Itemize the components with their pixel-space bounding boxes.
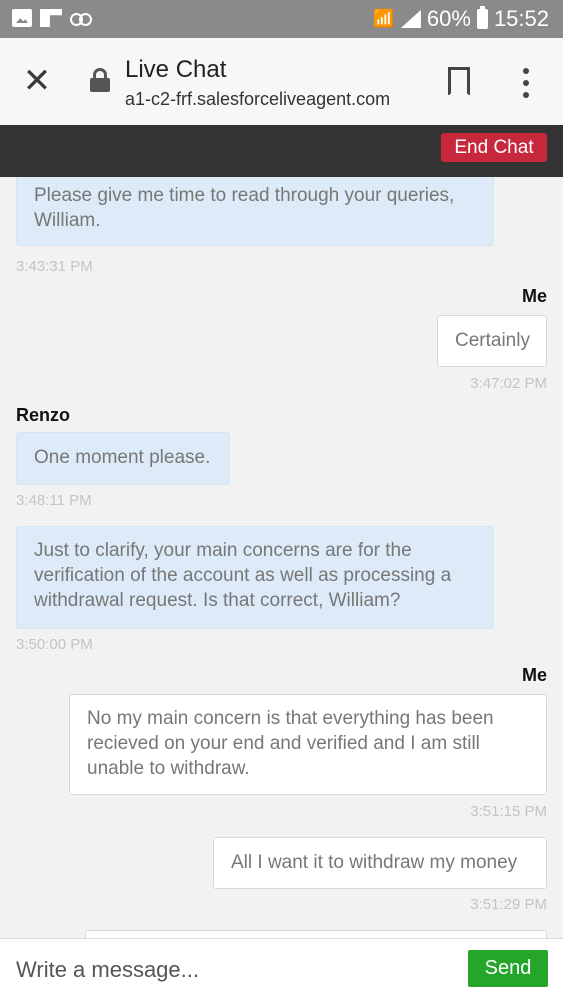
more-options-icon[interactable] xyxy=(519,68,533,98)
bookmark-icon[interactable] xyxy=(448,67,470,95)
message-composer: Send xyxy=(0,938,563,1000)
status-bar: 📶 60% 15:52 xyxy=(0,0,563,38)
notification-icons xyxy=(12,9,92,27)
lock-icon xyxy=(90,68,110,92)
page-url[interactable]: a1-c2-frf.salesforceliveagent.com xyxy=(125,89,390,110)
page-title: Live Chat xyxy=(125,56,227,83)
voicemail-icon xyxy=(70,12,92,26)
image-icon xyxy=(12,9,32,27)
system-indicators: 📶 60% 15:52 xyxy=(373,6,549,32)
sender-name: Renzo xyxy=(16,405,70,425)
message-timestamp: 3:51:29 PM xyxy=(470,896,547,913)
message-timestamp: 3:51:15 PM xyxy=(470,803,547,820)
battery-percent: 60% xyxy=(426,6,471,31)
user-message-partial xyxy=(85,930,547,938)
battery-icon xyxy=(476,6,488,29)
flipboard-icon xyxy=(40,9,62,27)
message-timestamp: 3:50:00 PM xyxy=(16,636,93,653)
message-input[interactable] xyxy=(16,953,446,987)
sender-name: Me xyxy=(521,286,547,306)
agent-message: Please give me time to read through your… xyxy=(16,177,494,246)
browser-toolbar: ✕ Live Chat a1-c2-frf.salesforceliveagen… xyxy=(0,38,563,125)
end-chat-button[interactable]: End Chat xyxy=(441,133,547,162)
send-button[interactable]: Send xyxy=(468,950,548,987)
clock: 15:52 xyxy=(493,6,549,31)
sender-name: Me xyxy=(521,665,547,685)
user-message: No my main concern is that everything ha… xyxy=(69,694,547,795)
message-timestamp: 3:48:11 PM xyxy=(16,492,92,509)
user-message: All I want it to withdraw my money xyxy=(213,837,547,889)
message-timestamp: 3:43:31 PM xyxy=(16,258,93,275)
signal-icon xyxy=(400,10,421,28)
wifi-icon: 📶 xyxy=(373,9,395,28)
message-timestamp: 3:47:02 PM xyxy=(470,375,547,392)
chat-header: End Chat xyxy=(0,125,563,177)
agent-message: One moment please. xyxy=(16,432,230,485)
close-icon[interactable]: ✕ xyxy=(22,64,52,98)
agent-message: Just to clarify, your main concerns are … xyxy=(16,526,494,629)
chat-transcript[interactable]: Please give me time to read through your… xyxy=(0,177,563,938)
user-message: Certainly xyxy=(437,315,547,367)
